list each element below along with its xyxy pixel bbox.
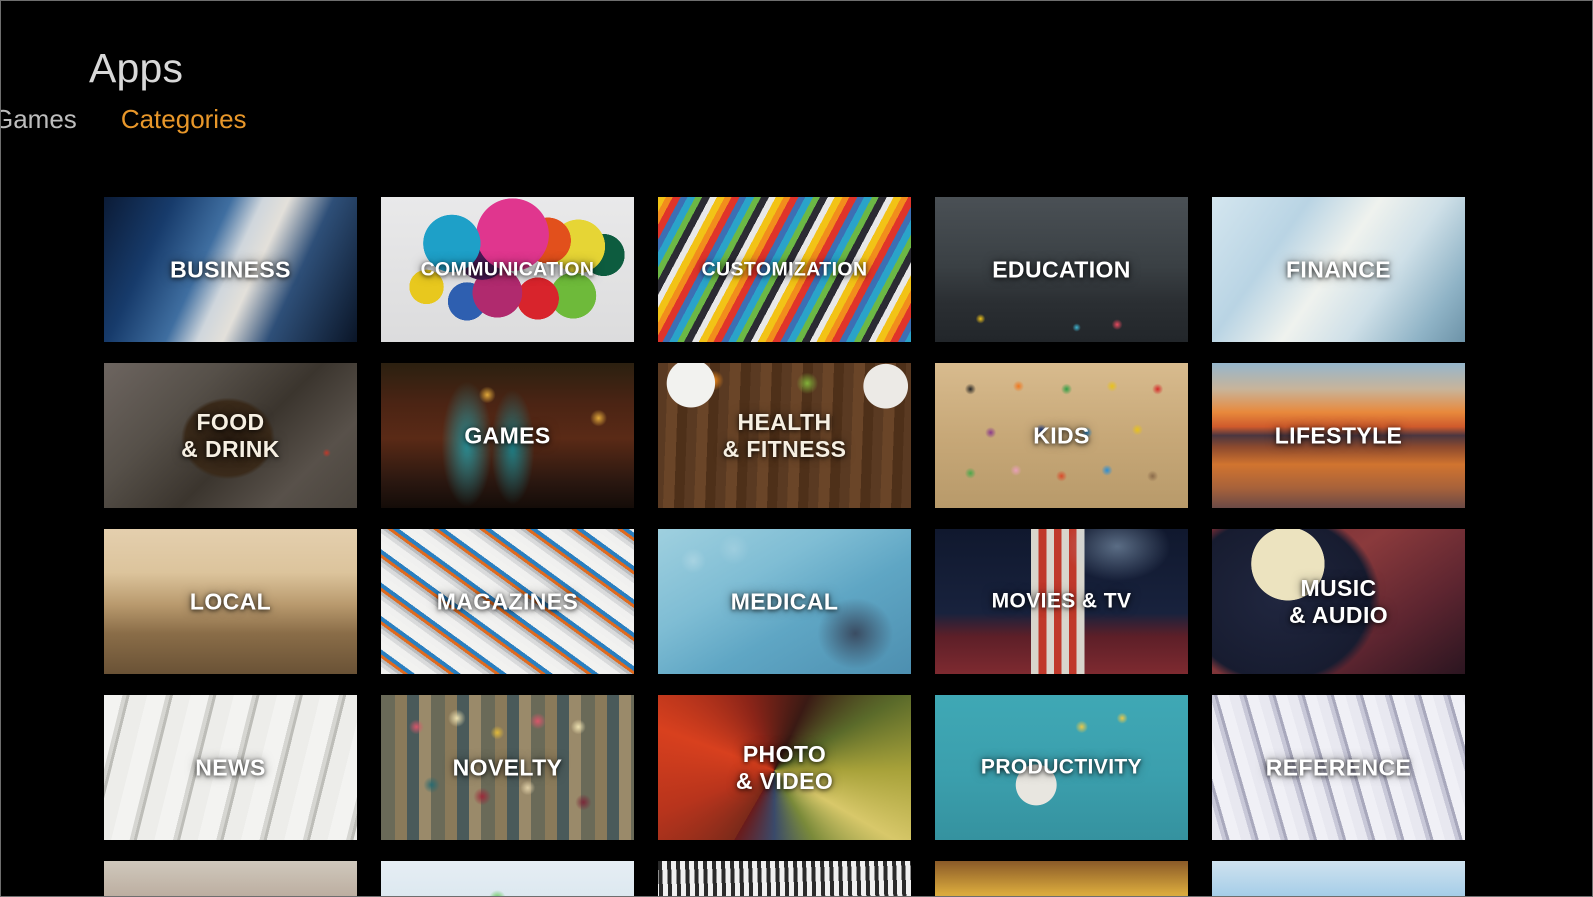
category-tile-art-customization — [658, 197, 911, 342]
category-tile-art-communication — [381, 197, 634, 342]
nav-tabs: Games Categories — [1, 104, 247, 135]
page-header: Apps Games Categories — [1, 1, 1592, 151]
category-tile-art-kids — [935, 363, 1188, 508]
category-tile[interactable]: EDUCATION — [935, 197, 1188, 342]
category-tile[interactable]: CUSTOMIZATION — [658, 197, 911, 342]
category-tile-art-games — [381, 363, 634, 508]
category-tile[interactable]: BUSINESS — [104, 197, 357, 342]
category-tile[interactable]: PRODUCTIVITY — [935, 695, 1188, 840]
category-tile-art-education — [935, 197, 1188, 342]
category-tile[interactable]: GAMES — [381, 363, 634, 508]
category-tile-art-music-audio — [1212, 529, 1465, 674]
category-tile[interactable]: FINANCE — [1212, 197, 1465, 342]
tab-categories[interactable]: Categories — [121, 104, 247, 135]
category-tile-art-reference — [1212, 695, 1465, 840]
tab-games[interactable]: Games — [1, 104, 77, 135]
category-tile-art-business — [104, 197, 357, 342]
category-tile[interactable]: LOCAL — [104, 529, 357, 674]
category-tile[interactable]: MOVIES & TV — [935, 529, 1188, 674]
category-tile-art-novelty — [381, 695, 634, 840]
category-tile-art-movies-tv — [935, 529, 1188, 674]
category-tile[interactable]: MUSIC & AUDIO — [1212, 529, 1465, 674]
category-tile[interactable]: REFERENCE — [1212, 695, 1465, 840]
category-tile[interactable]: MAGAZINES — [381, 529, 634, 674]
category-tile[interactable]: FOOD & DRINK — [104, 363, 357, 508]
category-tile[interactable]: LIFESTYLE — [1212, 363, 1465, 508]
page-title: Apps — [89, 45, 184, 91]
category-tile-art-health-fitness — [658, 363, 911, 508]
category-tile-art-sports — [658, 861, 911, 896]
store-app-window: Apps Games Categories BUSINESS COMMUNICAT… — [0, 0, 1593, 897]
category-tile[interactable] — [658, 861, 911, 896]
category-tile-art-medical — [658, 529, 911, 674]
category-tile-art-finance — [1212, 197, 1465, 342]
category-tile-art-food-drink — [104, 363, 357, 508]
category-tile[interactable]: COMMUNICATION — [381, 197, 634, 342]
category-tile[interactable] — [381, 861, 634, 896]
category-tile-art-magazines — [381, 529, 634, 674]
category-tile-art-lifestyle — [1212, 363, 1465, 508]
category-tile-art-photo-video — [658, 695, 911, 840]
category-tile[interactable]: PHOTO & VIDEO — [658, 695, 911, 840]
category-tile[interactable]: HEALTH & FITNESS — [658, 363, 911, 508]
category-tile[interactable]: KIDS — [935, 363, 1188, 508]
category-tile-art-social — [381, 861, 634, 896]
category-tile-art-shopping — [104, 861, 357, 896]
category-tile-art-travel — [935, 861, 1188, 896]
category-tile[interactable]: NOVELTY — [381, 695, 634, 840]
category-tile-art-news — [104, 695, 357, 840]
category-tile[interactable] — [104, 861, 357, 896]
category-tile[interactable]: NEWS — [104, 695, 357, 840]
category-tile-art-productivity — [935, 695, 1188, 840]
category-tile[interactable] — [1212, 861, 1465, 896]
category-grid: BUSINESS COMMUNICATION CUSTOMIZATION EDUCAT… — [104, 197, 1468, 896]
category-tile[interactable] — [935, 861, 1188, 896]
category-tile[interactable]: MEDICAL — [658, 529, 911, 674]
category-tile-art-weather — [1212, 861, 1465, 896]
category-tile-art-local — [104, 529, 357, 674]
